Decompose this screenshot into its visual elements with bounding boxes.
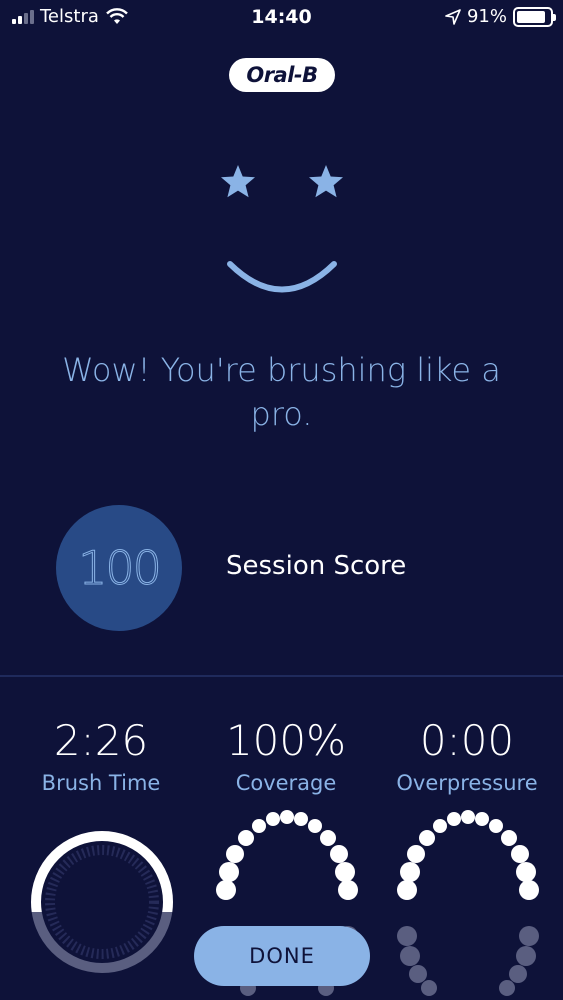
overpressure-teeth-icon [397, 810, 539, 996]
brush-time-label: Brush Time [41, 771, 161, 795]
smile-arc [227, 261, 337, 293]
battery-percent: 91% [466, 6, 507, 27]
done-button[interactable]: DONE [194, 926, 370, 986]
score-value: 100 [78, 541, 163, 596]
score-circle: 100 [56, 505, 182, 631]
coverage-value: 100% [225, 716, 347, 765]
status-bar: Telstra 14:40 91% [0, 0, 563, 38]
overpressure-value: 0:00 [419, 716, 515, 765]
star-left-icon [221, 165, 255, 198]
star-right-icon [309, 165, 343, 198]
location-arrow-icon [445, 8, 461, 25]
score-label: Session Score [226, 551, 407, 581]
brush-time-value: 2:26 [53, 716, 149, 765]
section-divider [0, 675, 563, 677]
smiley-stars-icon [221, 165, 343, 293]
status-right: 91% [445, 6, 556, 27]
brush-time-ring [31, 831, 173, 973]
brand-logo: Oral-B [229, 58, 335, 92]
coverage-label: Coverage [235, 771, 337, 795]
overpressure-label: Overpressure [396, 771, 538, 795]
feedback-headline: Wow! You're brushing like a pro. [62, 351, 501, 433]
battery-icon [513, 6, 556, 27]
